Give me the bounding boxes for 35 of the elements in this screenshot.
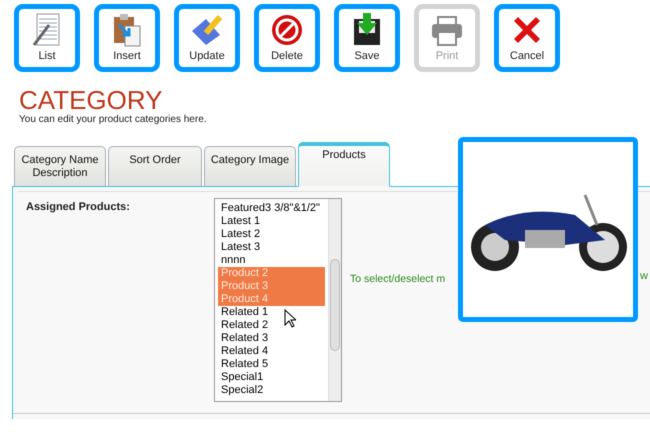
tab[interactable]: Sort Order [108, 146, 202, 186]
printer-icon [430, 15, 464, 47]
scrollbar[interactable] [328, 199, 341, 401]
mouse-pointer-icon [284, 309, 296, 328]
pencil-icon [190, 13, 224, 47]
page-subtitle: You can edit your product categories here. [19, 114, 208, 125]
no-entry-icon [270, 13, 304, 47]
page-title: CATEGORY [19, 86, 163, 114]
list-option[interactable]: Latest 3 [218, 241, 325, 254]
list-option[interactable]: Related 5 [218, 358, 325, 371]
toolbar-button[interactable]: Delete [254, 4, 320, 72]
product-listbox[interactable]: Featured3 3/8"&1/2" Latest 1 Latest 2 Latest 3 nnnn Product 2 Product 3 Product 4 Related 1 Related 2 Related 3 Related 4 Related 5 Special1 Special2 [214, 198, 342, 402]
toolbar-button[interactable]: List [14, 4, 80, 72]
toolbar-button[interactable]: Cancel [494, 4, 560, 72]
list-option[interactable]: Related 3 [218, 332, 325, 345]
field-label: Assigned Products: [25, 201, 131, 215]
list-option[interactable]: Featured3 3/8"&1/2" [218, 202, 325, 215]
tab[interactable]: Products [298, 142, 390, 187]
toolbar-button[interactable]: Save [334, 4, 400, 72]
hint-text: To select/deselect m [350, 273, 446, 287]
list-option[interactable]: Special1 [218, 371, 325, 384]
hint-text: w [640, 270, 648, 282]
list-option[interactable]: Latest 1 [218, 215, 325, 228]
tab[interactable]: Category Image [204, 146, 296, 186]
clipboard-icon [111, 13, 143, 47]
list-option[interactable]: Related 2 [218, 319, 325, 332]
list-option[interactable]: Related 1 [218, 306, 325, 319]
list-option[interactable]: Special2 [218, 384, 325, 397]
floppy-icon [352, 13, 382, 47]
list-option[interactable]: nnnn [218, 254, 325, 267]
toolbar-button[interactable]: Insert [94, 4, 160, 72]
list-option[interactable]: Latest 2 [218, 228, 325, 241]
list-option[interactable]: Related 4 [218, 345, 325, 358]
tab[interactable]: Category Name Description [14, 146, 106, 186]
toolbar-button[interactable]: Update [174, 4, 240, 72]
